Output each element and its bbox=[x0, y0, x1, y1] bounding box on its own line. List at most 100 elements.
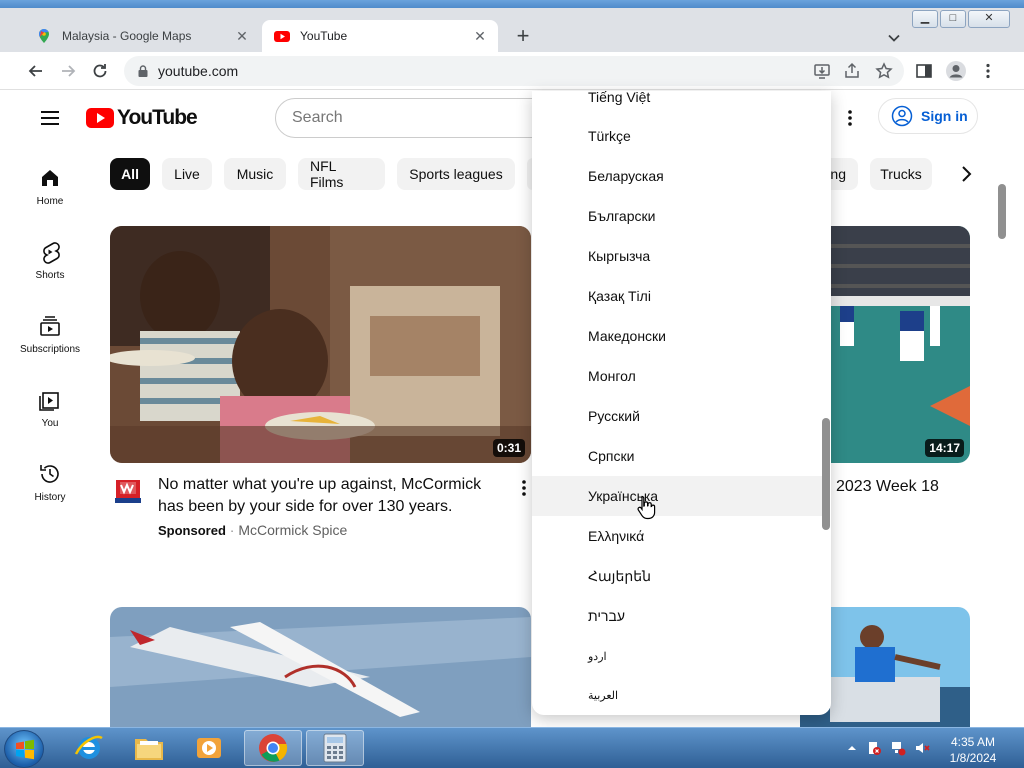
back-button[interactable] bbox=[24, 59, 48, 83]
new-tab-button[interactable]: + bbox=[510, 24, 536, 50]
reload-icon bbox=[93, 64, 107, 78]
arrow-left-icon bbox=[28, 65, 42, 77]
language-item-hovered[interactable]: Українська bbox=[532, 476, 822, 516]
mccormick-logo[interactable] bbox=[110, 474, 146, 510]
profile-button[interactable] bbox=[944, 59, 968, 83]
youtube-icon bbox=[274, 31, 290, 42]
chip-trucks[interactable]: Trucks bbox=[870, 158, 932, 190]
youtube-logo[interactable]: YouTube bbox=[86, 106, 198, 130]
taskbar-internet-explorer[interactable] bbox=[60, 730, 118, 766]
tab-strip: Malaysia - Google Maps ✕ YouTube ✕ + ▁ □… bbox=[0, 8, 1024, 52]
language-dropdown: Tiếng Việt Türkçe Беларуская Български К… bbox=[532, 91, 831, 715]
windows-logo-icon bbox=[16, 739, 34, 760]
action-center-icon[interactable] bbox=[866, 740, 882, 756]
video-details-mccormick: No matter what you're up against, McCorm… bbox=[110, 474, 510, 538]
install-app-button[interactable] bbox=[810, 59, 834, 83]
language-item[interactable]: Български bbox=[532, 196, 822, 236]
language-item[interactable]: Српски bbox=[532, 436, 822, 476]
chip-live[interactable]: Live bbox=[162, 158, 212, 190]
chevron-down-icon[interactable] bbox=[884, 28, 904, 48]
guide-item-you[interactable]: You bbox=[10, 376, 90, 450]
guide-item-subscriptions[interactable]: Subscriptions bbox=[10, 302, 90, 376]
video-title-fragment[interactable]: 2023 Week 18 bbox=[836, 476, 939, 498]
guide-item-shorts[interactable]: Shorts bbox=[10, 228, 90, 302]
guide-sidebar: Home Shorts Subscriptions You History bbox=[10, 154, 90, 524]
video-channel-row: Sponsored · McCormick Spice bbox=[158, 522, 348, 538]
tab-google-maps[interactable]: Malaysia - Google Maps ✕ bbox=[24, 20, 260, 52]
language-item[interactable]: Македонски bbox=[532, 316, 822, 356]
start-button[interactable] bbox=[4, 730, 44, 768]
minimize-button[interactable]: ▁ bbox=[912, 10, 938, 28]
guide-label: You bbox=[41, 418, 59, 429]
language-label: العربية bbox=[588, 689, 619, 702]
sign-in-button[interactable]: Sign in bbox=[878, 98, 978, 134]
network-icon[interactable] bbox=[890, 740, 906, 756]
taskbar-media-player[interactable] bbox=[180, 730, 238, 766]
language-label: اردو bbox=[588, 650, 607, 663]
language-item[interactable]: Tiếng Việt bbox=[532, 91, 822, 117]
reload-button[interactable] bbox=[88, 59, 112, 83]
language-item[interactable]: Монгол bbox=[532, 356, 822, 396]
language-item[interactable]: العربية bbox=[532, 675, 822, 715]
language-item[interactable]: اردو bbox=[532, 636, 822, 676]
guide-item-history[interactable]: History bbox=[10, 450, 90, 524]
thumbnail-image bbox=[110, 226, 531, 463]
browser-window: Malaysia - Google Maps ✕ YouTube ✕ + ▁ □… bbox=[0, 0, 1024, 727]
language-item[interactable]: Ελληνικά bbox=[532, 516, 822, 556]
youtube-logo-text: YouTube bbox=[117, 106, 198, 129]
close-window-button[interactable]: ✕ bbox=[968, 10, 1010, 28]
hand-cursor-icon bbox=[637, 495, 656, 520]
tab-youtube[interactable]: YouTube ✕ bbox=[262, 20, 498, 52]
language-item[interactable]: Türkçe bbox=[532, 116, 822, 156]
language-item[interactable]: עברית bbox=[532, 596, 822, 636]
address-url: youtube.com bbox=[158, 63, 239, 79]
language-item[interactable]: Հայերեն bbox=[532, 556, 822, 596]
chip-nfl-films[interactable]: NFL Films bbox=[298, 158, 385, 190]
close-tab-icon[interactable]: ✕ bbox=[234, 28, 250, 44]
taskbar-chrome[interactable] bbox=[244, 730, 302, 766]
sign-in-label: Sign in bbox=[921, 108, 968, 124]
chevron-right-icon[interactable] bbox=[954, 162, 978, 186]
youtube-page: YouTube Search Sign in Home Shorts Subsc… bbox=[0, 90, 1024, 727]
language-item[interactable]: Қазақ Тілі bbox=[532, 276, 822, 316]
settings-kebab-icon[interactable] bbox=[840, 108, 860, 128]
address-bar[interactable]: youtube.com bbox=[124, 56, 904, 86]
taskbar-calculator[interactable] bbox=[306, 730, 364, 766]
video-thumbnail-airplane[interactable] bbox=[110, 607, 531, 727]
guide-item-home[interactable]: Home bbox=[10, 154, 90, 228]
dropdown-scrollbar[interactable] bbox=[822, 418, 830, 530]
chevron-up-icon[interactable] bbox=[844, 740, 860, 756]
guide-label: Home bbox=[36, 196, 64, 207]
language-item[interactable]: Кыргызча bbox=[532, 236, 822, 276]
video-thumbnail-mccormick[interactable]: 0:31 bbox=[110, 226, 531, 463]
chip-all[interactable]: All bbox=[110, 158, 150, 190]
taskbar-file-explorer[interactable] bbox=[120, 730, 178, 766]
forward-button[interactable] bbox=[56, 59, 80, 83]
windows-taskbar: 4:35 AM 1/8/2024 bbox=[0, 727, 1024, 768]
page-scrollbar[interactable] bbox=[998, 184, 1006, 239]
calculator-icon bbox=[323, 733, 347, 763]
language-item[interactable]: Русский bbox=[532, 396, 822, 436]
chip-sports-leagues[interactable]: Sports leagues bbox=[397, 158, 515, 190]
bookmark-button[interactable] bbox=[872, 59, 896, 83]
home-icon bbox=[42, 170, 58, 186]
maximize-button[interactable]: □ bbox=[940, 10, 966, 28]
browser-menu-button[interactable] bbox=[976, 59, 1000, 83]
share-button[interactable] bbox=[840, 59, 864, 83]
guide-label: Shorts bbox=[35, 270, 65, 281]
lock-icon bbox=[138, 65, 148, 77]
video-title-line-2[interactable]: has been by your side for over 130 years… bbox=[158, 496, 481, 518]
channel-name[interactable]: McCormick Spice bbox=[238, 522, 347, 538]
hamburger-menu-icon[interactable] bbox=[38, 106, 62, 130]
search-input[interactable]: Search bbox=[275, 98, 575, 138]
video-title-line-1[interactable]: No matter what you're up against, McCorm… bbox=[158, 474, 481, 496]
taskbar-clock[interactable]: 4:35 AM 1/8/2024 bbox=[938, 734, 1008, 766]
close-tab-icon[interactable]: ✕ bbox=[472, 28, 488, 44]
volume-icon[interactable] bbox=[914, 740, 930, 756]
chip-music[interactable]: Music bbox=[224, 158, 286, 190]
side-panel-button[interactable] bbox=[912, 59, 936, 83]
window-frame bbox=[0, 0, 1024, 8]
you-icon bbox=[39, 392, 59, 411]
video-options-icon[interactable] bbox=[514, 478, 534, 498]
language-item[interactable]: Беларуская bbox=[532, 156, 822, 196]
